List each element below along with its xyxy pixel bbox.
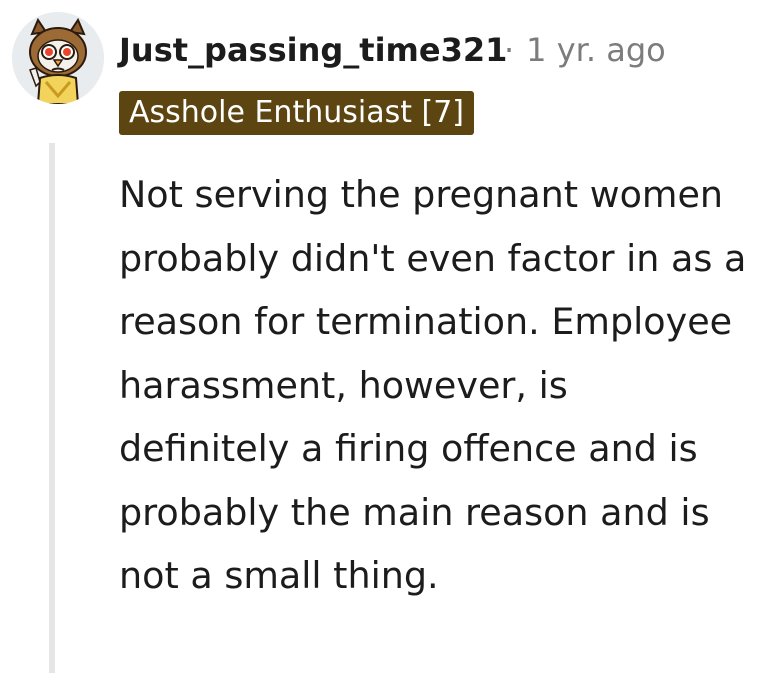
separator-dot: ·: [504, 31, 515, 69]
timestamp[interactable]: 1 yr. ago: [526, 31, 666, 69]
thread-collapse-line[interactable]: [49, 143, 55, 673]
owl-avatar-icon[interactable]: [12, 12, 104, 104]
comment-body-text: Not serving the pregnant women probably …: [119, 173, 747, 597]
username-link[interactable]: Just_passing_time321: [119, 26, 507, 74]
comment-meta: · 1 yr. ago: [504, 26, 666, 74]
comment-body: Not serving the pregnant women probably …: [119, 163, 749, 608]
comment: Just_passing_time321 · 1 yr. ago Asshole …: [0, 0, 760, 673]
user-flair-badge: Asshole Enthusiast [7]: [119, 91, 475, 135]
